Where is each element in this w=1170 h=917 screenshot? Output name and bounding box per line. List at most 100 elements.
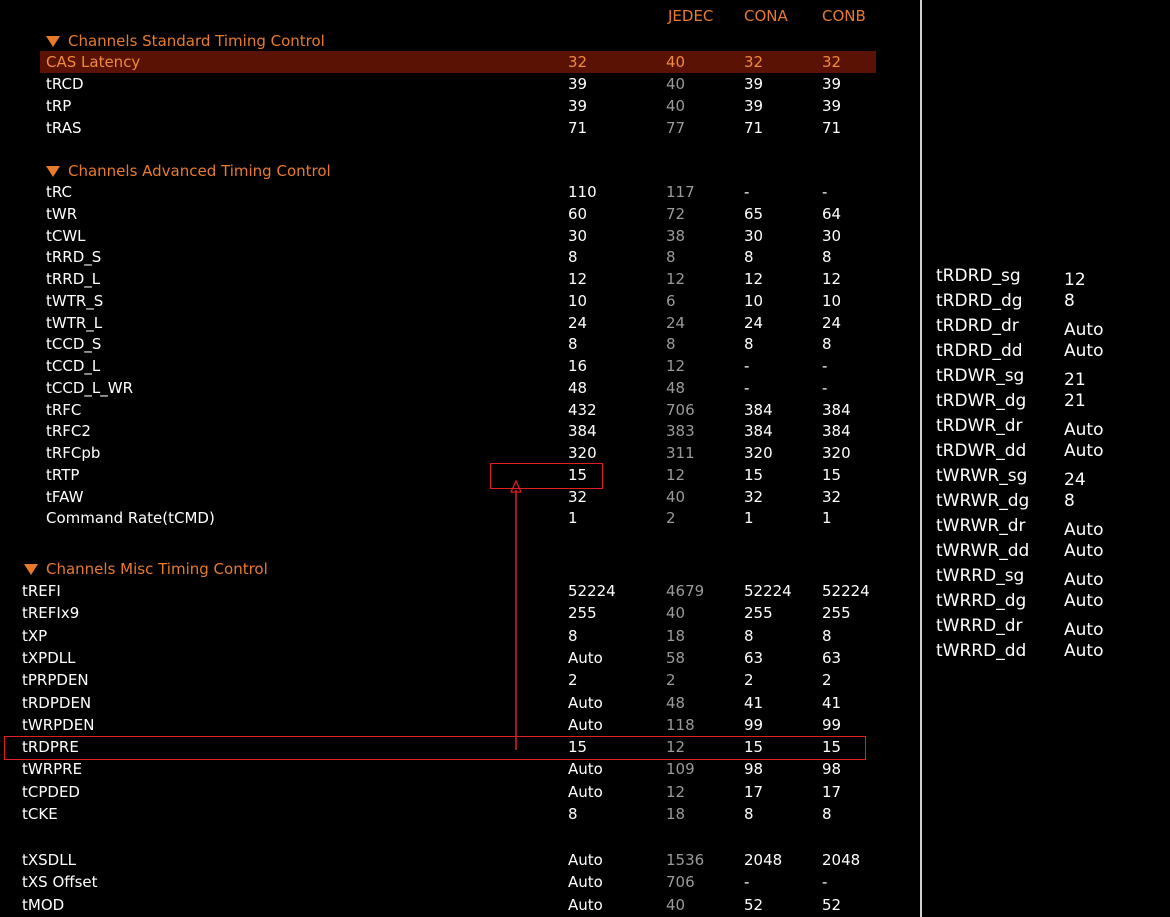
timing-row[interactable]: tWRPDEN Auto 118 99 99 [0,714,920,736]
timing-value: 32 [568,53,588,71]
jedec-value: 48 [666,693,686,712]
cona-value: 30 [744,226,764,245]
cona-value: 384 [744,422,773,441]
side-timing-row[interactable]: tWRWR_dd Auto [936,539,1156,564]
timing-row[interactable]: tRTP 15 12 15 15 [0,464,920,486]
timing-row[interactable]: tRCD 39 40 39 39 [0,73,920,95]
cona-value: 52224 [744,582,792,600]
side-timing-row[interactable]: tWRRD_dr Auto [936,614,1156,640]
jedec-value: 40 [666,97,686,115]
timing-value: 320 [568,444,597,462]
timing-row[interactable]: tCCD_L_WR 48 48 - - [0,377,920,399]
conb-value: - [822,183,828,201]
timing-row[interactable]: tCCD_S 8 8 8 8 [0,333,920,355]
side-timing-value: 8 [1064,291,1075,311]
timing-label: tCCD_L_WR [46,378,133,397]
side-timing-row[interactable]: tRDRD_dg 8 [936,289,1156,314]
timing-row[interactable]: tCCD_L 16 12 - - [0,355,920,377]
timing-row[interactable]: tXP 8 18 8 8 [0,625,920,647]
conb-value: 32 [822,487,842,506]
timing-value: Auto [568,851,603,869]
timing-label: tRP [46,97,72,115]
timing-row[interactable]: tRC 110 117 - - [0,181,920,203]
timing-value: Auto [568,895,603,914]
timing-row[interactable]: tRFC 432 706 384 384 [0,399,920,421]
timing-row[interactable]: tCWL 30 38 30 30 [0,225,920,247]
side-timing-row[interactable]: tRDRD_sg 12 [936,264,1156,290]
conb-value: 39 [822,75,842,93]
timing-label: tXP [22,626,48,645]
timing-row[interactable]: tWR 60 72 65 64 [0,203,920,225]
timing-row[interactable]: tRAS 71 77 71 71 [0,117,920,139]
side-timing-row[interactable]: tWRWR_dr Auto [936,514,1156,540]
side-timing-row[interactable]: tWRRD_sg Auto [936,564,1156,590]
timing-value: 39 [568,97,588,115]
jedec-value: 40 [666,53,686,71]
timing-row[interactable]: tWTR_L 24 24 24 24 [0,312,920,334]
cona-value: 99 [744,715,764,734]
cona-value: 63 [744,648,764,667]
timing-row[interactable]: tWRPRE Auto 109 98 98 [0,758,920,780]
cona-value: 2048 [744,851,783,869]
jedec-value: 4679 [666,582,705,600]
timing-row[interactable]: tMOD Auto 40 52 52 [0,894,920,916]
side-timing-row[interactable]: tRDWR_dd Auto [936,439,1156,464]
timing-label: tMOD [22,895,65,914]
section-advanced-title: Channels Advanced Timing Control [68,162,331,180]
timing-row[interactable]: tWTR_S 10 6 10 10 [0,290,920,312]
timing-row[interactable]: tPRPDEN 2 2 2 2 [0,669,920,691]
jedec-value: 38 [666,226,686,245]
side-timing-row[interactable]: tRDWR_dr Auto [936,414,1156,440]
timing-row[interactable]: tRRD_S 8 8 8 8 [0,246,920,268]
timing-row[interactable]: tXPDLL Auto 58 63 63 [0,647,920,669]
side-timing-row[interactable]: tWRWR_dg 8 [936,489,1156,514]
section-advanced-timing[interactable]: Channels Advanced Timing Control [46,160,331,182]
cona-value: - [744,357,750,375]
jedec-value: 8 [666,335,676,354]
side-timing-row[interactable]: tRDWR_sg 21 [936,364,1156,390]
timing-row[interactable]: tREFIx9 255 40 255 255 [0,602,920,624]
timing-value: 110 [568,183,597,201]
timing-value: 52224 [568,582,616,600]
timing-label: tRFC [46,400,82,419]
timing-row[interactable]: tCKE 8 18 8 8 [0,803,920,825]
cona-value: 320 [744,444,773,462]
side-timing-label: tWRWR_sg [936,466,1028,486]
timing-value: 8 [568,335,578,354]
cona-value: 24 [744,313,764,332]
side-timing-row[interactable]: tWRWR_sg 24 [936,464,1156,490]
timing-row[interactable]: CAS Latency 32 40 32 32 [40,51,876,73]
timing-row[interactable]: Command Rate(tCMD) 1 2 1 1 [0,507,920,529]
timing-label: tRTP [46,465,80,484]
jedec-value: 6 [666,291,676,310]
side-timing-row[interactable]: tRDWR_dg 21 [936,389,1156,414]
cona-value: 32 [744,53,764,71]
section-standard-timing[interactable]: Channels Standard Timing Control [46,30,325,52]
section-misc-timing[interactable]: Channels Misc Timing Control [24,558,268,580]
conb-value: 1 [822,509,832,528]
side-timing-row[interactable]: tRDRD_dd Auto [936,339,1156,364]
timing-row[interactable]: tRFCpb 320 311 320 320 [0,442,920,464]
side-timing-row[interactable]: tWRRD_dd Auto [936,639,1156,664]
conb-value: 320 [822,444,851,462]
timing-row[interactable]: tFAW 32 40 32 32 [0,486,920,508]
timing-row[interactable]: tREFI 52224 4679 52224 52224 [0,580,920,602]
collapse-triangle-icon [46,36,60,47]
timing-row[interactable]: tXS Offset Auto 706 - - [0,871,920,893]
conb-value: 12 [822,270,842,288]
timing-row[interactable]: tXSDLL Auto 1536 2048 2048 [0,849,920,871]
timing-value: Auto [568,648,603,667]
timing-label: tWRPRE [22,760,83,779]
jedec-value: 2 [666,509,676,528]
side-timing-row[interactable]: tRDRD_dr Auto [936,314,1156,340]
conb-value: 8 [822,626,832,645]
timing-row[interactable]: tRP 39 40 39 39 [0,95,920,117]
timing-row[interactable]: tCPDED Auto 12 17 17 [0,781,920,803]
timing-row[interactable]: tRRD_L 12 12 12 12 [0,268,920,290]
side-timing-row[interactable]: tWRRD_dg Auto [936,589,1156,614]
conb-value: 32 [822,53,842,71]
timing-row[interactable]: tRFC2 384 383 384 384 [0,420,920,442]
conb-value: 255 [822,604,851,623]
timing-label: tCCD_S [46,335,102,354]
timing-row[interactable]: tRDPDEN Auto 48 41 41 [0,692,920,714]
